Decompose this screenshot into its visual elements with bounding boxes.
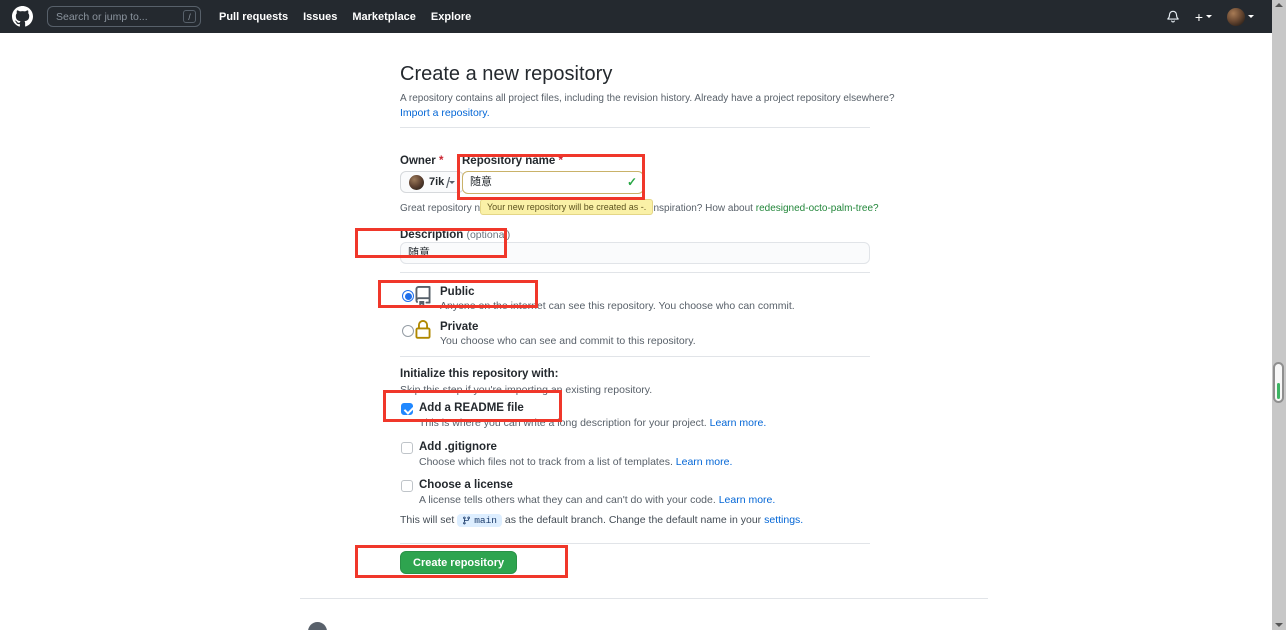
search-input[interactable]	[56, 11, 183, 23]
license-checkbox[interactable]	[401, 480, 413, 492]
search-box[interactable]: /	[47, 6, 201, 27]
divider	[400, 127, 870, 128]
github-logo-icon[interactable]	[12, 6, 33, 27]
repo-name-label: Repository name *	[462, 155, 563, 167]
description-input[interactable]	[408, 246, 862, 258]
import-repository-link[interactable]: Import a repository.	[400, 107, 490, 119]
default-branch-note: This will set main as the default branch…	[400, 514, 803, 527]
settings-link[interactable]: settings.	[764, 514, 803, 526]
repo-name-input[interactable]	[470, 175, 615, 187]
valid-check-icon: ✓	[627, 175, 637, 189]
required-asterisk: *	[439, 155, 443, 167]
footer-divider	[300, 598, 988, 599]
nav-pull-requests[interactable]: Pull requests	[219, 11, 288, 23]
divider	[400, 356, 870, 357]
repo-name-field: ✓	[462, 171, 644, 194]
gitignore-learn-more-link[interactable]: Learn more.	[676, 456, 733, 468]
public-description: Anyone on the internet can see this repo…	[440, 300, 795, 312]
public-repo-icon	[413, 286, 433, 306]
gitignore-checkbox[interactable]	[401, 442, 413, 454]
chevron-down-icon	[1206, 15, 1212, 21]
header: / Pull requests Issues Marketplace Explo…	[0, 0, 1272, 33]
readme-description: This is where you can write a long descr…	[419, 417, 766, 429]
gitignore-description: Choose which files not to track from a l…	[419, 456, 732, 468]
owner-name: 7ik	[429, 176, 444, 188]
page-intro: A repository contains all project files,…	[400, 93, 895, 104]
description-label: Description (optional)	[400, 229, 510, 241]
user-menu-button[interactable]	[1227, 8, 1254, 26]
owner-label: Owner *	[400, 155, 443, 167]
create-new-button[interactable]: +	[1195, 10, 1212, 24]
slash-shortcut-key: /	[183, 10, 196, 23]
avatar	[1227, 8, 1245, 26]
scrollbar-thumb-marker	[1277, 383, 1280, 399]
divider	[400, 543, 870, 544]
repo-name-tooltip: Your new repository will be created as -…	[480, 199, 653, 215]
nav-issues[interactable]: Issues	[303, 11, 337, 23]
branch-badge: main	[457, 514, 502, 527]
owner-repo-separator: /	[446, 175, 450, 192]
private-label[interactable]: Private	[440, 321, 478, 333]
optional-tag: (optional)	[466, 229, 510, 241]
lock-icon	[413, 320, 433, 340]
nav-marketplace[interactable]: Marketplace	[352, 11, 416, 23]
gitignore-label[interactable]: Add .gitignore	[419, 441, 497, 453]
owner-avatar	[409, 175, 424, 190]
required-asterisk: *	[559, 155, 563, 167]
private-description: You choose who can see and commit to thi…	[440, 335, 696, 347]
license-learn-more-link[interactable]: Learn more.	[719, 494, 776, 506]
license-description: A license tells others what they can and…	[419, 494, 775, 506]
readme-label[interactable]: Add a README file	[419, 402, 524, 414]
scroll-down-icon[interactable]	[1275, 623, 1283, 627]
github-footer-logo-icon	[308, 622, 327, 630]
top-navigation: Pull requests Issues Marketplace Explore	[219, 11, 471, 23]
bell-icon[interactable]	[1166, 10, 1180, 24]
description-field	[400, 242, 870, 264]
chevron-down-icon	[1248, 15, 1254, 21]
page-title: Create a new repository	[400, 63, 612, 86]
plus-icon: +	[1195, 10, 1203, 24]
owner-select-button[interactable]: 7ik	[400, 171, 464, 193]
suggested-name-link[interactable]: redesigned-octo-palm-tree?	[756, 203, 879, 214]
divider	[400, 272, 870, 273]
readme-checkbox[interactable]	[401, 403, 413, 415]
readme-learn-more-link[interactable]: Learn more.	[710, 417, 767, 429]
header-right: +	[1166, 8, 1254, 26]
github-new-repo-page: / Pull requests Issues Marketplace Explo…	[0, 0, 1286, 630]
nav-explore[interactable]: Explore	[431, 11, 471, 23]
initialize-heading: Initialize this repository with:	[400, 368, 558, 380]
create-repository-button[interactable]: Create repository	[400, 551, 517, 574]
git-branch-icon	[462, 516, 471, 525]
license-label[interactable]: Choose a license	[419, 479, 513, 491]
scrollbar[interactable]	[1272, 0, 1286, 630]
scroll-up-icon[interactable]	[1275, 3, 1283, 7]
scrollbar-thumb[interactable]	[1273, 362, 1284, 403]
chevron-down-icon	[449, 181, 455, 187]
public-label[interactable]: Public	[440, 286, 475, 298]
skip-step-note: Skip this step if you're importing an ex…	[400, 384, 652, 396]
